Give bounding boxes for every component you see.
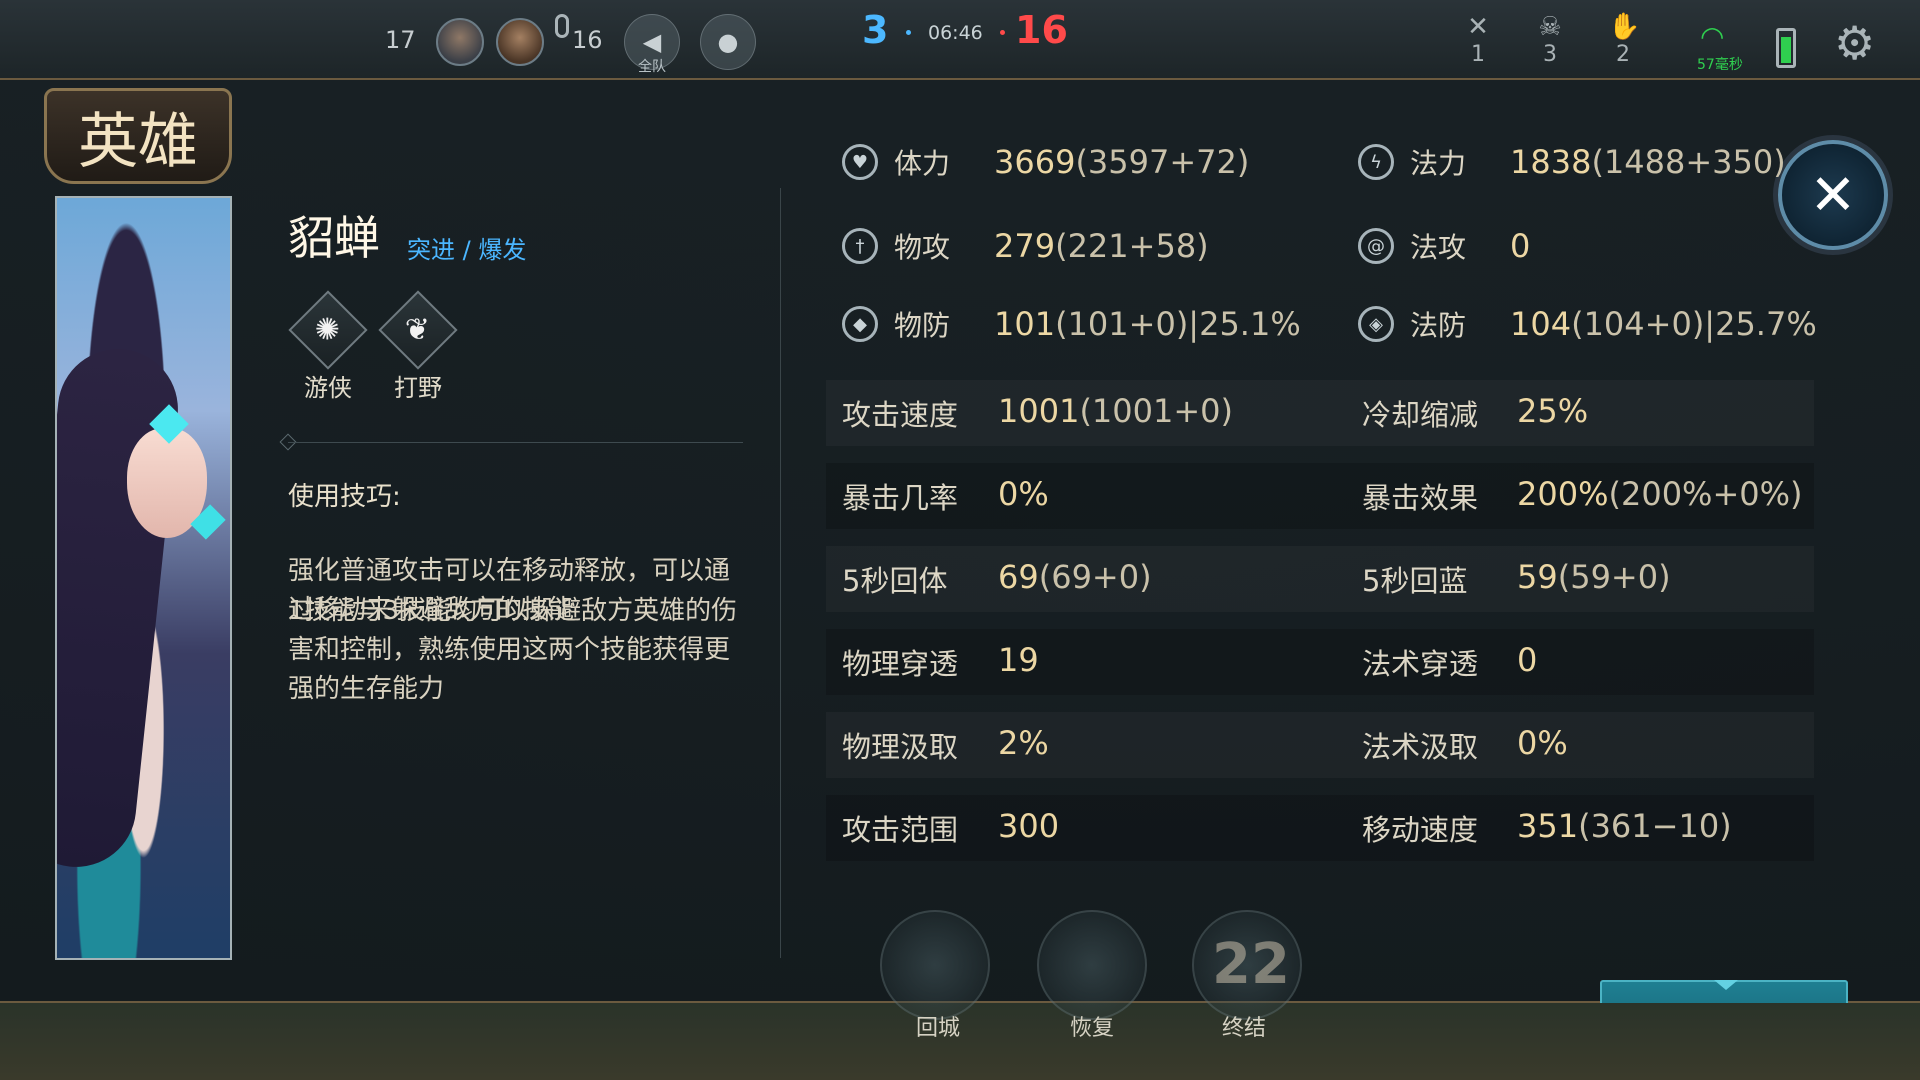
blue-dot	[906, 30, 911, 35]
attribute-label: 物理穿透	[842, 647, 959, 681]
enemy-kills: 16	[1015, 8, 1068, 52]
attribute-value: 300	[998, 807, 1060, 845]
wifi-icon: ◠	[1700, 20, 1725, 53]
teammate-level: 16	[572, 26, 603, 54]
role-ranger: ✺ 游侠	[288, 290, 368, 403]
hero-portrait	[55, 196, 232, 960]
ranger-icon: ✺	[315, 312, 341, 348]
attribute-label: 5秒回蓝	[1362, 564, 1468, 598]
teammate-avatar[interactable]	[496, 18, 544, 66]
attribute-label: 移动速度	[1362, 813, 1479, 847]
top-hud: 17 16 ◀ 全队 ● 3 06:46 16 ✕ 1 ☠ 3 ✋ 2 ◠ 57…	[0, 0, 1920, 78]
attribute-label: 暴击效果	[1362, 481, 1479, 515]
close-button[interactable]: ✕	[1778, 140, 1888, 250]
recall-label: 回城	[916, 1016, 961, 1041]
attribute-value: 1001	[998, 392, 1080, 430]
hero-name: 貂蝉	[288, 211, 380, 265]
settings-gear-icon[interactable]: ⚙	[1834, 16, 1875, 70]
voice-all-label: 全队	[638, 59, 666, 75]
hero-info-panel: 英雄 ✕ 貂蝉 突进 / 爆发 ✺ 游侠 ❦ 打野 使用技巧: 强化普通攻击可以…	[0, 78, 1920, 1076]
attribute-label: 5秒回体	[842, 564, 948, 598]
paw-icon: ❦	[405, 312, 431, 348]
attribute-label: 法术汲取	[1362, 730, 1479, 764]
match-timer: 06:46	[928, 22, 983, 44]
swirl-icon: @	[1358, 228, 1394, 264]
attribute-value: 59	[1517, 558, 1558, 596]
stat-mana: ϟ 法力 1838(1488+350)	[1358, 142, 1786, 182]
battery-icon	[1776, 28, 1796, 68]
skill-cooldown: 22	[1212, 932, 1290, 997]
stat-hp: ♥ 体力 3669(3597+72)	[842, 142, 1249, 182]
stat-magic-defense: ◈ 法防 104(104+0)|25.7%	[1358, 304, 1817, 344]
stat-physical-defense: ◆ 物防 101(101+0)|25.1%	[842, 304, 1301, 344]
deaths-stat: ☠ 3	[1535, 12, 1565, 67]
close-icon: ✕	[1809, 162, 1857, 228]
assists-stat: ✋ 2	[1608, 12, 1641, 67]
hero-tags: 突进 / 爆发	[407, 236, 527, 264]
attribute-label: 暴击几率	[842, 481, 959, 515]
attribute-value: 25%	[1517, 392, 1589, 430]
attribute-row	[826, 629, 1814, 695]
shield-icon: ◆	[842, 306, 878, 342]
swords-icon: ✕	[1467, 12, 1489, 42]
heal-skill-button[interactable]	[1037, 910, 1147, 1020]
attribute-value: 69	[998, 558, 1039, 596]
column-divider	[780, 188, 781, 958]
panel-title: 英雄	[44, 88, 232, 184]
attribute-detail: (69+0)	[1038, 558, 1152, 596]
attribute-value: 19	[998, 641, 1039, 679]
microphone-icon: ●	[717, 28, 739, 56]
attribute-value: 0	[1517, 641, 1538, 679]
team-kills: 3	[862, 8, 889, 52]
tips-title: 使用技巧:	[288, 482, 401, 512]
heal-label: 恢复	[1070, 1016, 1115, 1041]
attribute-detail: (1001+0)	[1079, 392, 1234, 430]
ally-avatar[interactable]	[436, 18, 484, 66]
attribute-value: 0%	[1517, 724, 1568, 762]
stat-magic-attack: @ 法攻 0	[1358, 226, 1530, 266]
ping-label: 57毫秒	[1697, 57, 1743, 73]
attribute-detail: (200%+0%)	[1608, 475, 1803, 513]
hand-icon: ✋	[1608, 12, 1641, 42]
ally-level: 17	[385, 26, 416, 54]
attribute-row	[826, 712, 1814, 778]
attribute-label: 冷却缩减	[1362, 398, 1479, 432]
attribute-detail: (59+0)	[1557, 558, 1671, 596]
sword-icon: †	[842, 228, 878, 264]
attribute-label: 攻击范围	[842, 813, 959, 847]
kills-stat: ✕ 1	[1463, 12, 1493, 67]
attribute-label: 攻击速度	[842, 398, 959, 432]
role-jungle: ❦ 打野	[378, 290, 458, 403]
attribute-row	[826, 380, 1814, 446]
microphone-button[interactable]: ●	[700, 14, 756, 70]
stat-physical-attack: † 物攻 279(221+58)	[842, 226, 1209, 266]
tip-paragraph: 1技能与3技能均可以躲避敌方英雄的伤害和控制，熟练使用这两个技能获得更强的生存能…	[288, 596, 738, 704]
attribute-value: 351	[1517, 807, 1579, 845]
red-dot	[1000, 30, 1005, 35]
lightning-icon: ϟ	[1358, 144, 1394, 180]
speaker-icon: ◀	[642, 28, 662, 56]
recall-skill-button[interactable]	[880, 910, 990, 1020]
divider	[288, 442, 743, 443]
attribute-label: 物理汲取	[842, 730, 959, 764]
heart-icon: ♥	[842, 144, 878, 180]
finish-label: 终结	[1222, 1016, 1267, 1041]
attribute-value: 0%	[998, 475, 1049, 513]
attribute-label: 法术穿透	[1362, 647, 1479, 681]
mic-icon	[555, 14, 569, 38]
attribute-detail: (361−10)	[1578, 807, 1732, 845]
magic-shield-icon: ◈	[1358, 306, 1394, 342]
attribute-value: 200%	[1517, 475, 1609, 513]
attribute-value: 2%	[998, 724, 1049, 762]
skull-icon: ☠	[1538, 12, 1562, 42]
